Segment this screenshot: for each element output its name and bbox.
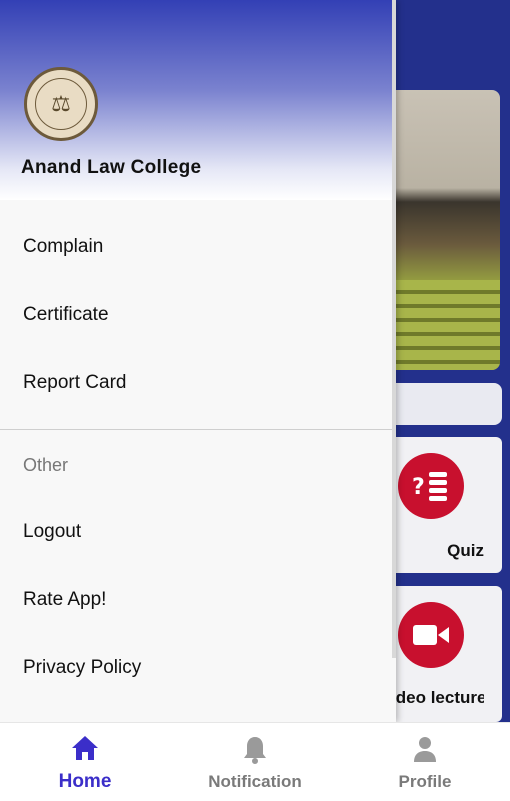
- menu-item-privacy-policy[interactable]: Privacy Policy: [23, 657, 141, 679]
- bell-icon: [170, 735, 340, 765]
- drawer-scrollbar[interactable]: [392, 0, 396, 658]
- menu-item-rate-app[interactable]: Rate App!: [23, 589, 106, 611]
- menu-item-certificate[interactable]: Certificate: [23, 304, 109, 326]
- drawer-divider: [0, 429, 396, 430]
- search-bar[interactable]: [380, 383, 502, 425]
- quiz-card[interactable]: ? Quiz: [380, 437, 502, 573]
- video-camera-icon: [398, 602, 464, 668]
- nav-home-label: Home: [58, 771, 112, 792]
- nav-profile[interactable]: Profile: [340, 723, 510, 801]
- nav-notification-label: Notification: [208, 772, 302, 791]
- section-title-other: Other: [23, 455, 69, 475]
- person-icon: [340, 735, 510, 763]
- home-icon: [0, 735, 170, 761]
- college-logo: ⚖: [24, 67, 98, 141]
- bottom-navigation: Home Notification Profile: [0, 722, 510, 801]
- menu-item-logout[interactable]: Logout: [23, 521, 81, 543]
- nav-profile-label: Profile: [398, 772, 452, 791]
- video-lecture-card[interactable]: Video lecture: [380, 586, 502, 722]
- nav-notification[interactable]: Notification: [170, 723, 340, 801]
- banner-image: [380, 90, 500, 370]
- navigation-drawer: ⚖ Anand Law College Complain Certificate…: [0, 0, 396, 722]
- nav-home[interactable]: Home: [0, 723, 170, 801]
- drawer-header: ⚖ Anand Law College: [0, 0, 396, 200]
- scales-of-justice-icon: ⚖: [35, 78, 87, 130]
- quiz-icon: ?: [398, 453, 464, 519]
- college-name: Anand Law College: [21, 157, 202, 178]
- menu-item-complain[interactable]: Complain: [23, 236, 103, 258]
- menu-item-report-card[interactable]: Report Card: [23, 372, 127, 394]
- svg-text:?: ?: [412, 475, 425, 500]
